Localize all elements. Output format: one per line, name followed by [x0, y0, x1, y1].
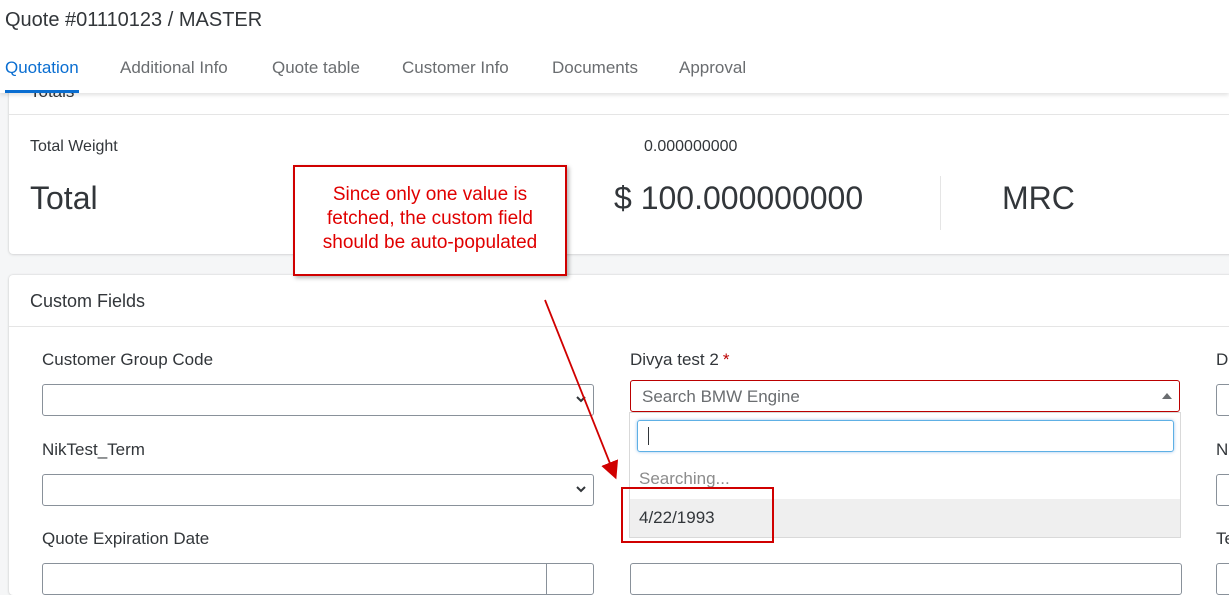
- annotation-arrow: [544, 299, 619, 480]
